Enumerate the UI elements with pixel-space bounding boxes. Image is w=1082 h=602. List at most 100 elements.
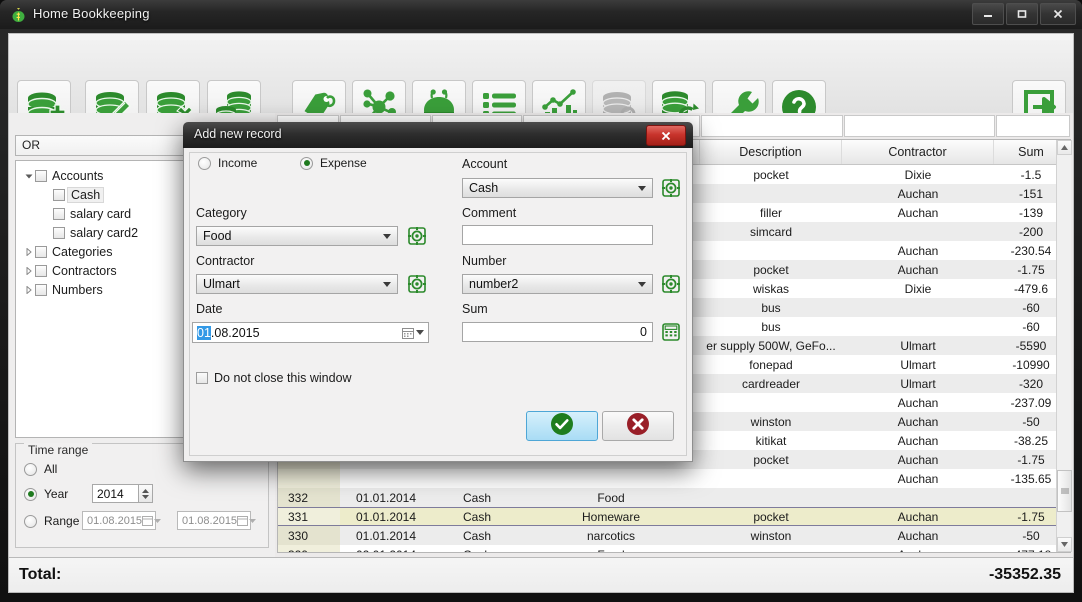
total-value: -35352.35 [988,566,1061,583]
cell-description: bus [700,298,842,317]
scroll-down-arrow[interactable] [1057,537,1072,552]
range-from-date[interactable]: 01.08.2015 [82,511,162,530]
account-combobox[interactable]: Cash [462,178,653,198]
tree-item-label: Contractors [52,263,117,278]
cell-contractor: Auchan [842,260,994,279]
tree-checkbox[interactable] [53,207,65,220]
calculator-icon[interactable] [662,323,680,341]
cell-category: Homeware [581,509,641,524]
table-row[interactable]: 332 01.01.2014 Cash Food [278,488,1070,507]
cell-description: kitikat [755,433,787,448]
cell-contractor: Ulmart [842,336,994,355]
time-range-range-radio[interactable]: Range [24,514,79,528]
income-label: Income [218,156,258,170]
tree-checkbox[interactable] [35,245,47,258]
col-header-contractor[interactable]: Contractor [842,140,994,164]
table-row[interactable]: 330 01.01.2014 Cash narcotics winston Auchan -… [278,526,1070,545]
chevron-down-icon[interactable] [22,166,35,185]
year-input[interactable]: 2014 [92,484,139,503]
category-combobox[interactable]: Food [196,226,398,246]
filter-description[interactable] [701,115,843,137]
cross-circle-icon [626,412,650,441]
number-value: number2 [469,277,519,291]
cell-description: er supply 500W, GeFo... [700,336,842,355]
check-circle-icon [550,412,574,441]
table-row[interactable]: 331 01.01.2014 Cash Homeware pocket Auchan -1.… [278,507,1070,526]
sum-label: Sum [462,302,488,316]
tree-item-label: Accounts [52,168,104,183]
range-to-date[interactable]: 01.08.2015 [177,511,257,530]
window-title: Home Bookkeeping [33,6,150,21]
date-picker-button[interactable] [402,327,428,339]
cell-account: Cash [432,545,522,553]
do-not-close-checkbox[interactable]: Do not close this window [196,371,352,385]
table-row[interactable]: Auchan -135.65 [278,469,1070,488]
maximize-button[interactable] [1006,3,1038,25]
tree-checkbox[interactable] [53,188,65,201]
chevron-down-icon [383,233,397,239]
contractor-combobox[interactable]: Ulmart [196,274,398,294]
cell-contractor: Auchan [897,205,939,220]
window-controls [972,3,1076,25]
account-settings-icon[interactable] [662,179,680,197]
cell-contractor [842,488,994,507]
total-label: Total: [19,566,62,583]
cell-account: Cash [432,488,522,507]
scroll-up-arrow[interactable] [1057,140,1072,155]
date-input[interactable]: 01.08.2015 [192,322,429,343]
chevron-right-icon[interactable] [22,280,35,299]
cell-description: bus [761,319,781,334]
dialog-close-button[interactable] [646,125,686,146]
year-stepper[interactable]: 2014 [92,484,153,503]
comment-input[interactable] [462,225,653,245]
cell-category: narcotics [522,526,700,545]
dialog-ok-button[interactable] [526,411,598,441]
cell-description: pocket [700,450,842,469]
status-bar: Total: -35352.35 [8,557,1074,593]
contractor-settings-icon[interactable] [408,275,426,293]
number-combobox[interactable]: number2 [462,274,653,294]
cell-contractor: Auchan [842,412,994,431]
time-range-year-radio[interactable]: Year [24,487,68,501]
filter-contractor[interactable] [843,115,996,137]
tree-checkbox[interactable] [35,283,47,296]
number-settings-icon[interactable] [662,275,680,293]
tree-checkbox[interactable] [35,264,47,277]
chevron-right-icon[interactable] [22,261,35,280]
table-row[interactable]: 32902.01.2014CashFoodAuchan-477.18 [278,545,1070,553]
tree-item-label: Cash [67,186,105,203]
scroll-thumb[interactable] [1057,470,1072,512]
col-header-description[interactable]: Description [700,140,842,164]
cell-description: simcard [700,222,842,241]
calendar-icon[interactable] [142,515,163,526]
tree-checkbox[interactable] [35,169,47,182]
category-label: Category [196,206,247,220]
cell-contractor: Dixie [904,167,932,182]
dialog-cancel-button[interactable] [602,411,674,441]
tree-checkbox[interactable] [53,226,65,239]
category-settings-icon[interactable] [408,227,426,245]
calendar-icon[interactable] [237,515,258,526]
cell-date: 02.01.2014 [340,545,432,553]
minimize-button[interactable] [972,3,1004,25]
chevron-right-icon[interactable] [22,242,35,261]
date-label: Date [196,302,223,316]
account-value: Cash [469,181,499,195]
filter-sum[interactable] [996,115,1070,137]
cell-id: 332 [278,488,340,507]
chevron-down-icon [383,281,397,287]
cell-contractor: Auchan [842,450,994,469]
grid-vertical-scrollbar[interactable] [1056,140,1072,552]
time-range-all-radio[interactable]: All [24,462,57,476]
time-range-all-label: All [44,462,58,476]
year-spinner-arrows[interactable] [139,484,153,503]
chevron-down-icon [638,281,652,287]
cell-contractor [842,298,994,317]
radio-expense [300,156,313,170]
close-button[interactable] [1040,3,1076,25]
sum-input[interactable]: 0 [462,322,653,342]
income-radio[interactable]: Income [198,156,257,170]
expense-radio[interactable]: Expense [300,156,367,170]
cell-description: winston [700,526,842,545]
tree-item-label: salary card [70,206,132,221]
